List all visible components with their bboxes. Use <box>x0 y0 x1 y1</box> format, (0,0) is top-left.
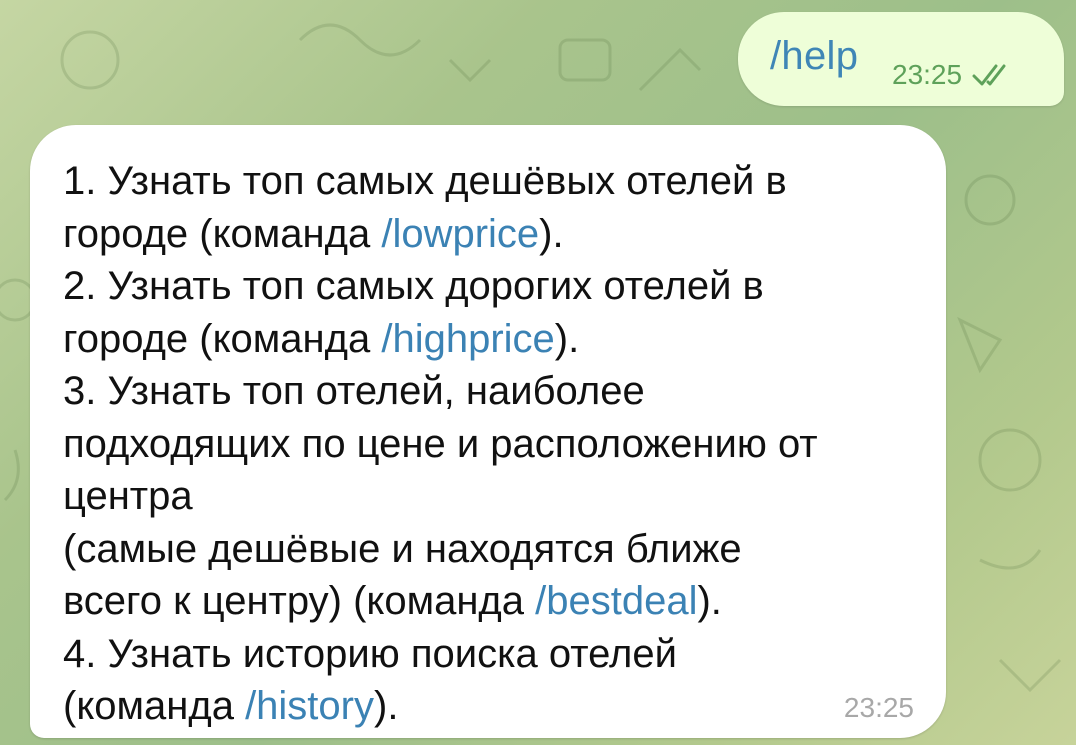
command-link-history[interactable]: /history <box>245 684 374 728</box>
line-text: 3. Узнать топ отелей, наиболее <box>63 369 645 413</box>
line-text: ). <box>697 579 722 623</box>
message-line: городе (команда /lowprice). <box>63 208 923 261</box>
line-text: всего к центру) (команда <box>63 579 536 623</box>
line-text: 2. Узнать топ самых дорогих отелей в <box>63 264 764 308</box>
line-text: (команда <box>63 684 246 728</box>
incoming-message[interactable]: 1. Узнать топ самых дешёвых отелей в гор… <box>30 125 946 738</box>
double-check-icon <box>972 64 1006 86</box>
line-text: городе (команда <box>63 316 382 361</box>
line-text: городе (команда <box>63 211 382 256</box>
message-line: 3. Узнать топ отелей, наиболее <box>63 365 923 418</box>
message-meta: 23:25 <box>892 59 1016 91</box>
line-text: центра <box>63 474 193 518</box>
message-line: (команда /history). <box>63 680 923 733</box>
message-command-help[interactable]: /help <box>770 32 858 80</box>
message-line: 1. Узнать топ самых дешёвых отелей в <box>63 155 923 208</box>
outgoing-message[interactable]: /help 23:25 <box>738 12 1064 106</box>
line-text: 1. Узнать топ самых дешёвых отелей в <box>63 159 787 203</box>
line-text: ). <box>539 211 564 256</box>
command-link-bestdeal[interactable]: /bestdeal <box>535 579 697 623</box>
message-line: (самые дешёвые и находятся ближе <box>63 523 923 576</box>
line-text: 4. Узнать историю поиска отелей <box>63 631 677 676</box>
message-line: 4. Узнать историю поиска отелей <box>63 628 923 681</box>
line-text: ). <box>554 316 580 361</box>
message-line: всего к центру) (команда /bestdeal). <box>63 575 923 628</box>
line-text: (самые дешёвые и находятся ближе <box>63 526 742 571</box>
command-link-lowprice[interactable]: /lowprice <box>381 212 539 256</box>
message-line: городе (команда /highprice). <box>63 313 923 366</box>
message-time: 23:25 <box>843 692 914 723</box>
message-line: подходящих по цене и расположению от <box>63 418 923 471</box>
message-text: 1. Узнать топ самых дешёвых отелей в гор… <box>63 155 923 733</box>
message-time: 23:25 <box>892 59 963 90</box>
chat-area[interactable]: /help 23:25 1. Узнать топ самых дешёвых … <box>0 0 1076 745</box>
line-text: подходящих по цене и расположению от <box>63 421 818 466</box>
line-text: ). <box>374 684 399 728</box>
command-link-highprice[interactable]: /highprice <box>381 317 554 361</box>
message-line: центра <box>63 470 923 523</box>
message-line: 2. Узнать топ самых дорогих отелей в <box>63 260 923 313</box>
